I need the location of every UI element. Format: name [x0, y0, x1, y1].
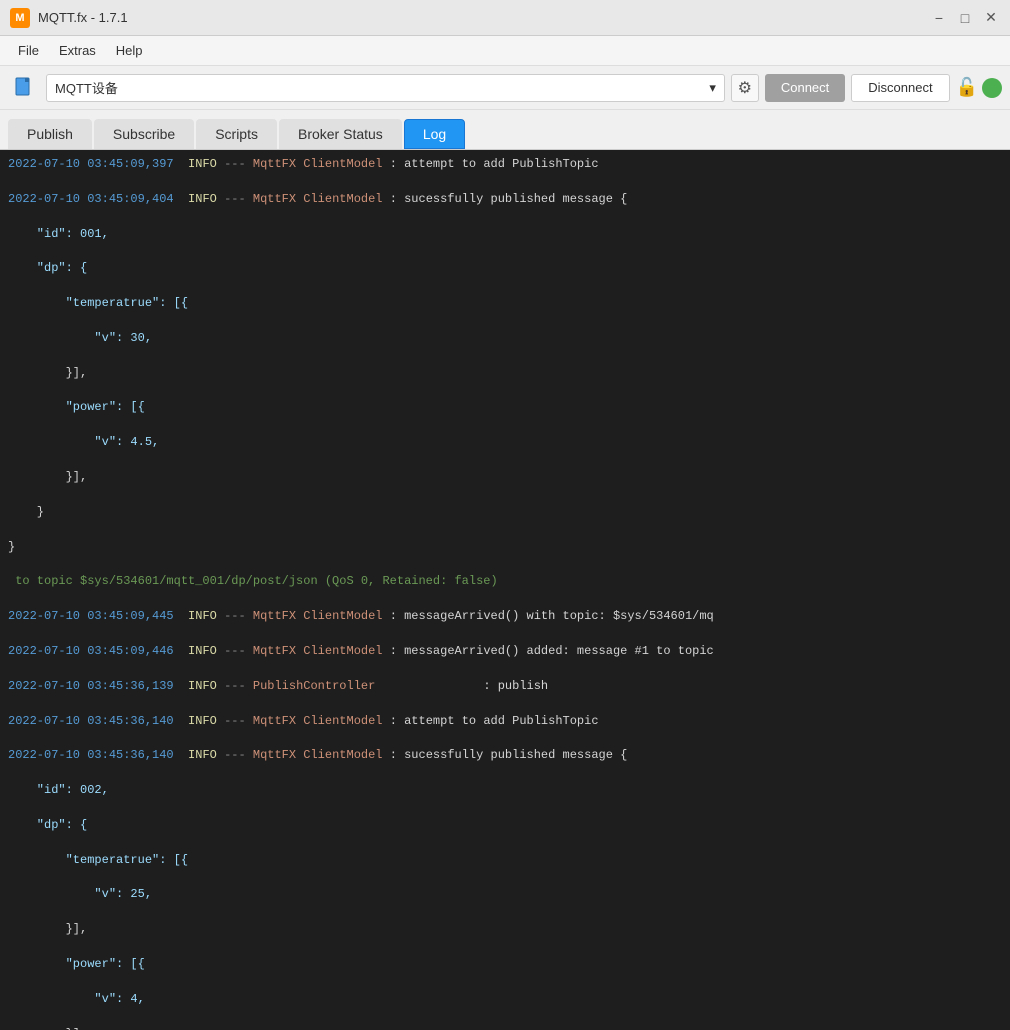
connect-button[interactable]: Connect [765, 74, 845, 102]
log-line: "v": 30, [8, 330, 1002, 347]
log-line: 2022-07-10 03:45:09,404 INFO --- MqttFX … [8, 191, 1002, 208]
log-line: 2022-07-10 03:45:09,397 INFO --- MqttFX … [8, 156, 1002, 173]
log-line: "id": 001, [8, 226, 1002, 243]
tab-publish[interactable]: Publish [8, 119, 92, 149]
tab-subscribe[interactable]: Subscribe [94, 119, 194, 149]
log-line: 2022-07-10 03:45:09,446 INFO --- MqttFX … [8, 643, 1002, 660]
log-line: to topic $sys/534601/mqtt_001/dp/post/js… [8, 573, 1002, 590]
log-line: }], [8, 1026, 1002, 1030]
log-line: 2022-07-10 03:45:36,140 INFO --- MqttFX … [8, 713, 1002, 730]
new-connection-button[interactable] [8, 72, 40, 104]
log-line: "temperatrue": [{ [8, 852, 1002, 869]
log-line: "v": 4.5, [8, 434, 1002, 451]
title-bar: M MQTT.fx - 1.7.1 − □ ✕ [0, 0, 1010, 36]
log-line: "power": [{ [8, 399, 1002, 416]
log-line: 2022-07-10 03:45:09,445 INFO --- MqttFX … [8, 608, 1002, 625]
menu-help[interactable]: Help [106, 39, 153, 62]
tab-bar: Publish Subscribe Scripts Broker Status … [0, 110, 1010, 150]
device-name: MQTT设备 [55, 78, 118, 97]
log-area[interactable]: 2022-07-10 03:45:09,397 INFO --- MqttFX … [0, 150, 1010, 1030]
close-button[interactable]: ✕ [982, 9, 1000, 27]
settings-button[interactable]: ⚙ [731, 74, 759, 102]
log-line: }], [8, 921, 1002, 938]
tab-broker-status[interactable]: Broker Status [279, 119, 402, 149]
file-icon [13, 77, 35, 99]
menu-extras[interactable]: Extras [49, 39, 106, 62]
tab-scripts[interactable]: Scripts [196, 119, 277, 149]
log-line: 2022-07-10 03:45:36,140 INFO --- MqttFX … [8, 747, 1002, 764]
app-icon: M [10, 8, 30, 28]
log-line: }], [8, 365, 1002, 382]
log-line: "dp": { [8, 817, 1002, 834]
log-line: "dp": { [8, 260, 1002, 277]
log-line: } [8, 539, 1002, 556]
log-line: "v": 25, [8, 886, 1002, 903]
dropdown-arrow: ▾ [709, 80, 716, 96]
log-line: "v": 4, [8, 991, 1002, 1008]
log-line: "id": 002, [8, 782, 1002, 799]
minimize-button[interactable]: − [930, 9, 948, 27]
menu-bar: File Extras Help [0, 36, 1010, 66]
connection-status: 🔓 [956, 77, 1002, 98]
status-indicator [982, 78, 1002, 98]
log-line: "temperatrue": [{ [8, 295, 1002, 312]
tab-log[interactable]: Log [404, 119, 465, 149]
menu-file[interactable]: File [8, 39, 49, 62]
log-line: } [8, 504, 1002, 521]
device-selector[interactable]: MQTT设备 ▾ [46, 74, 725, 102]
maximize-button[interactable]: □ [956, 9, 974, 27]
log-line: 2022-07-10 03:45:36,139 INFO --- Publish… [8, 678, 1002, 695]
title-bar-text: MQTT.fx - 1.7.1 [38, 10, 930, 25]
title-bar-controls: − □ ✕ [930, 9, 1000, 27]
lock-icon: 🔓 [956, 77, 978, 98]
log-line: }], [8, 469, 1002, 486]
disconnect-button[interactable]: Disconnect [851, 74, 949, 102]
toolbar: MQTT设备 ▾ ⚙ Connect Disconnect 🔓 [0, 66, 1010, 110]
log-line: "power": [{ [8, 956, 1002, 973]
